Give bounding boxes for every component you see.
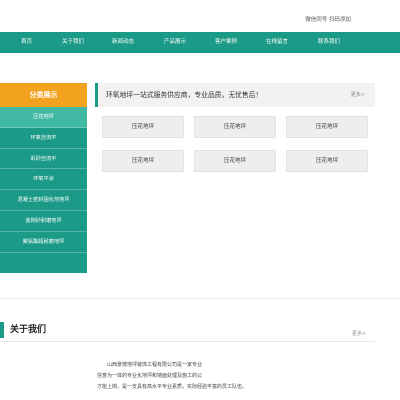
section-divider <box>0 298 400 299</box>
slogan-banner: 环氧地坪一站式服务供应商，专业品质，无忧售后！ 更多> <box>95 83 375 107</box>
nav-contact[interactable]: 联系我们 <box>318 32 340 53</box>
about-text-line: 才能上岗，是一支具有高水平专业素质，实际经验丰富的员工队伍。 <box>97 384 248 390</box>
sidebar-title: 分类展示 <box>0 83 87 107</box>
wechat-contact-text: 微信同号 扫码添加 <box>305 17 351 23</box>
nav-message[interactable]: 在线留言 <box>266 32 288 53</box>
top-bar: 微信同号 扫码添加 <box>0 0 400 32</box>
sidebar-item-epoxy-coating[interactable]: 环氧平涂 <box>0 169 87 191</box>
slogan-text: 环氧地坪一站式服务供应商，专业品质，无忧售后！ <box>106 91 263 99</box>
product-card[interactable]: 压花地坪 <box>194 116 276 138</box>
nav-cases[interactable]: 客户案例 <box>215 32 237 53</box>
about-text-line: 山西景榜地坪装饰工程有限公司是一家专业 <box>107 362 203 368</box>
nav-about[interactable]: 关于我们 <box>62 32 84 53</box>
sidebar-item-embossed-floor[interactable]: 压花地坪 <box>0 107 87 128</box>
about-divider <box>0 341 375 342</box>
nav-products[interactable]: 产品展示 <box>164 32 186 53</box>
sidebar-item-emery-floor[interactable]: 金刚砂耐磨地坪 <box>0 211 87 232</box>
product-card[interactable]: 压花地坪 <box>102 116 184 138</box>
product-card[interactable]: 压花地坪 <box>286 150 368 172</box>
nav-home[interactable]: 首页 <box>21 32 32 53</box>
more-link[interactable]: 更多> <box>351 83 365 107</box>
category-sidebar: 分类展示 压花地坪 环氧自流平 彩砂自流平 环氧平涂 混凝土密封固化剂地坪 金刚… <box>0 83 87 273</box>
about-accent-bar <box>0 322 4 338</box>
about-title: 关于我们 <box>10 325 47 335</box>
sidebar-item-color-sand-self-leveling[interactable]: 彩砂自流平 <box>0 149 87 170</box>
product-card[interactable]: 压花地坪 <box>102 150 184 172</box>
product-card[interactable]: 压花地坪 <box>286 116 368 138</box>
nav-news[interactable]: 新闻动态 <box>112 32 134 53</box>
about-more-link[interactable]: 更多> <box>352 330 366 337</box>
about-text-line: 信誉为一体的专业化地坪和墙面处理及施工的公 <box>97 373 203 379</box>
sidebar-item-concrete-sealer-floor[interactable]: 混凝土密封固化剂地坪 <box>0 190 87 211</box>
product-card[interactable]: 压花地坪 <box>194 150 276 172</box>
sidebar-item-epoxy-self-leveling[interactable]: 环氧自流平 <box>0 128 87 149</box>
sidebar-item-polyurethane-floor[interactable]: 聚氨酯超耐磨地坪 <box>0 232 87 253</box>
main-nav: 首页 关于我们 新闻动态 产品展示 客户案例 在线留言 联系我们 <box>0 32 400 53</box>
